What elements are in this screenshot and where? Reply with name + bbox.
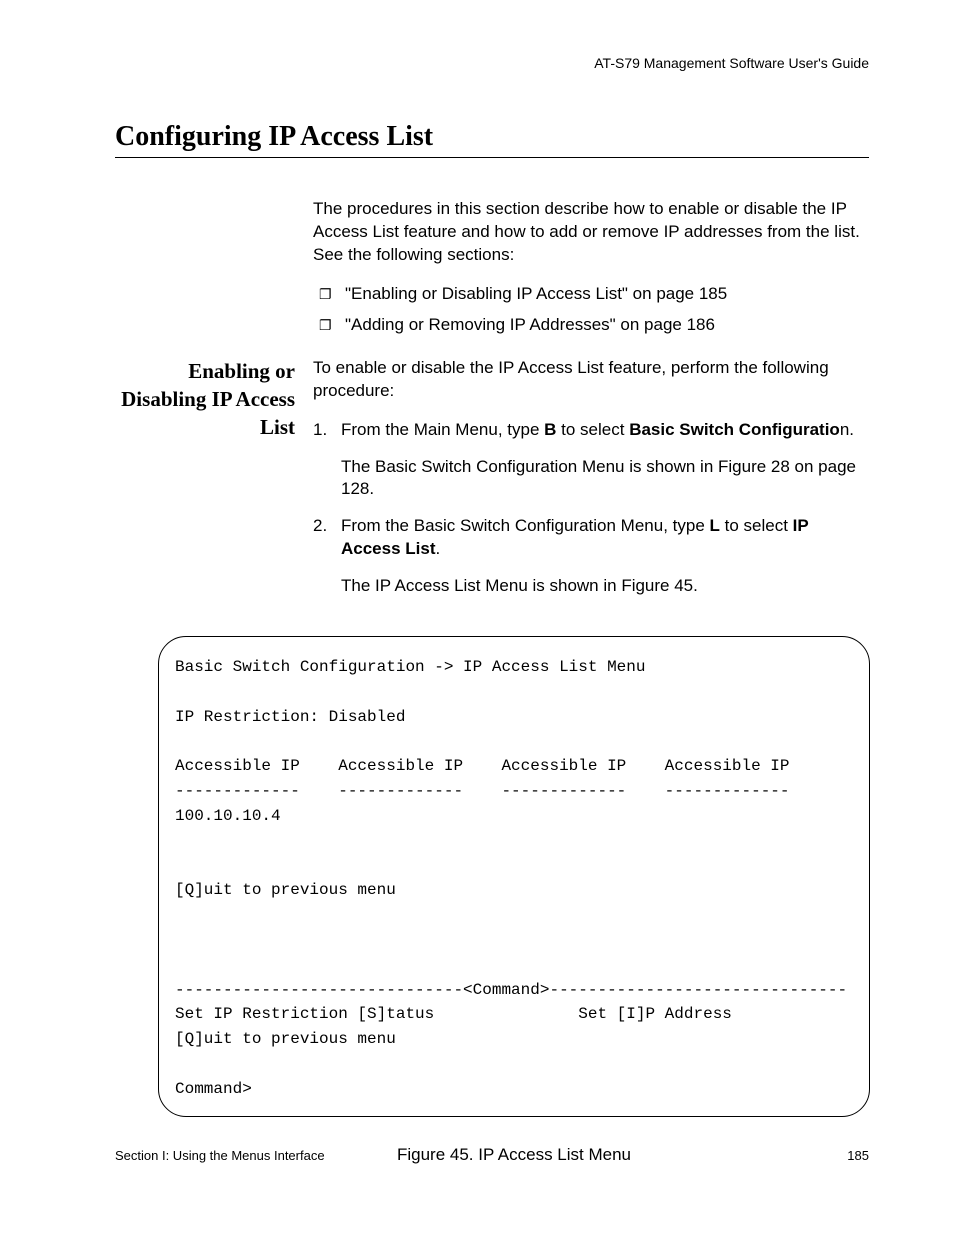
step-number: 1. [313,419,341,502]
step-subtext: The IP Access List Menu is shown in Figu… [341,575,869,598]
page-title: Configuring IP Access List [115,121,869,158]
page: AT-S79 Management Software User's Guide … [0,0,954,1235]
intro-bullet-list: "Enabling or Disabling IP Access List" o… [313,283,869,337]
section-row: Enabling or Disabling IP Access List To … [115,357,869,613]
step-list: 1. From the Main Menu, type B to select … [313,419,869,599]
footer-page-number: 185 [847,1148,869,1163]
step-text: From the Main Menu, type B to select Bas… [341,419,869,502]
page-footer: Section I: Using the Menus Interface 185 [115,1148,869,1163]
step-number: 2. [313,515,341,598]
footer-section-label: Section I: Using the Menus Interface [115,1148,325,1163]
header-guide-title: AT-S79 Management Software User's Guide [115,55,869,71]
step-item: 1. From the Main Menu, type B to select … [313,419,869,502]
terminal-figure: Basic Switch Configuration -> IP Access … [158,636,870,1116]
section-side-heading: Enabling or Disabling IP Access List [115,357,295,442]
figure-wrapper: Basic Switch Configuration -> IP Access … [158,636,870,1164]
bullet-item: "Adding or Removing IP Addresses" on pag… [313,314,869,337]
intro-paragraph: The procedures in this section describe … [313,198,869,267]
step-text: From the Basic Switch Configuration Menu… [341,515,869,598]
step-subtext: The Basic Switch Configuration Menu is s… [341,456,869,502]
section-lead: To enable or disable the IP Access List … [313,357,869,403]
bullet-item: "Enabling or Disabling IP Access List" o… [313,283,869,306]
intro-row: The procedures in this section describe … [115,198,869,357]
step-item: 2. From the Basic Switch Configuration M… [313,515,869,598]
